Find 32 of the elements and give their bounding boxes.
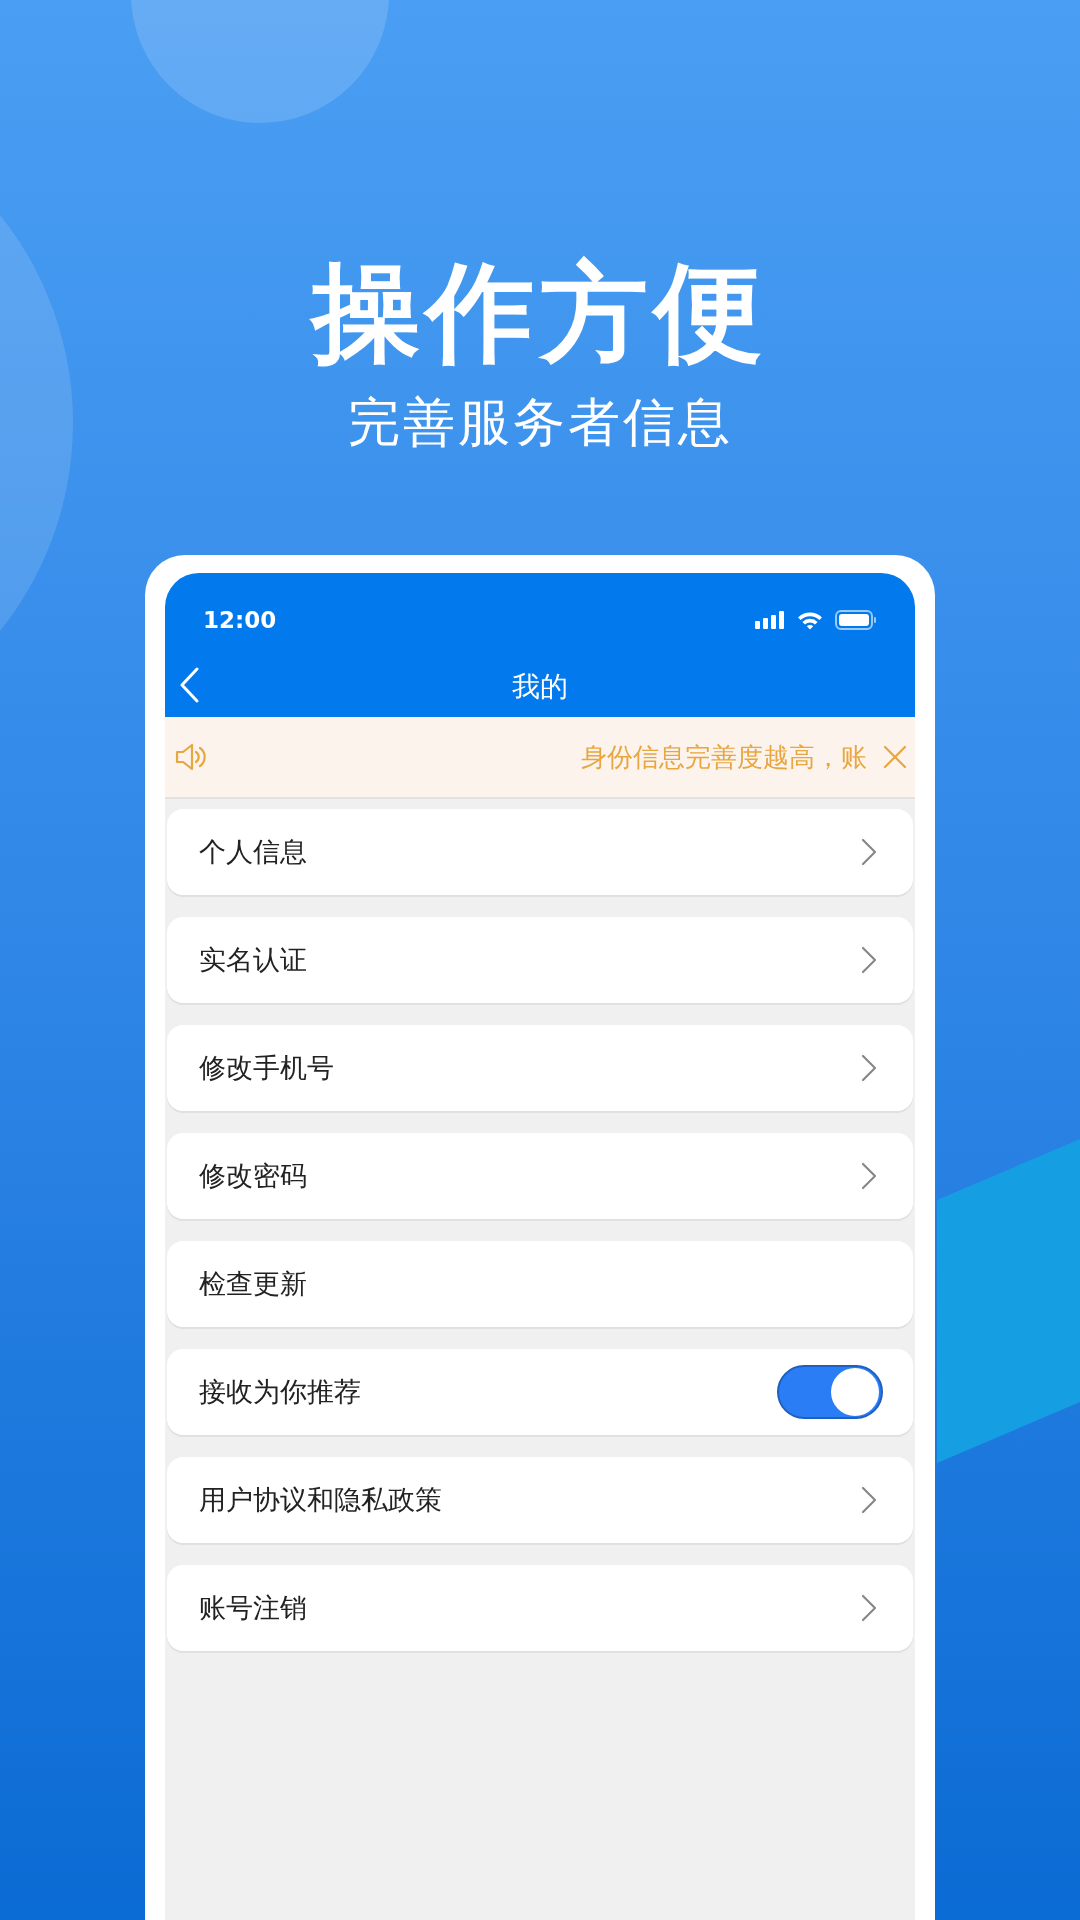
settings-row[interactable]: 用户协议和隐私政策 (167, 1457, 913, 1543)
chevron-icon (861, 1594, 877, 1622)
wifi-icon (797, 610, 823, 630)
row-label: 账号注销 (199, 1591, 307, 1625)
row-label: 个人信息 (199, 835, 307, 869)
settings-row[interactable]: 修改密码 (167, 1133, 913, 1219)
chevron-icon (861, 1054, 877, 1082)
settings-row[interactable]: 账号注销 (167, 1565, 913, 1651)
settings-row[interactable]: 接收为你推荐 (167, 1349, 913, 1435)
chevron-icon (861, 946, 877, 974)
row-label: 用户协议和隐私政策 (199, 1483, 442, 1517)
row-label: 修改密码 (199, 1159, 307, 1193)
battery-icon (835, 610, 877, 630)
chevron-icon (861, 1162, 877, 1190)
settings-row[interactable]: 检查更新 (167, 1241, 913, 1327)
speaker-icon (175, 742, 207, 772)
subheadline: 完善服务者信息 (347, 391, 733, 454)
chevron-icon (861, 838, 877, 866)
toggle-switch[interactable] (777, 1365, 883, 1419)
back-icon[interactable] (179, 667, 199, 703)
settings-row[interactable]: 个人信息 (167, 809, 913, 895)
row-label: 实名认证 (199, 943, 307, 977)
row-label: 检查更新 (199, 1267, 307, 1301)
row-label: 修改手机号 (199, 1051, 334, 1085)
notice-text: 身份信息完善度越高，账 (580, 740, 868, 774)
status-time: 12:00 (203, 607, 277, 633)
signal-icon (755, 611, 785, 629)
row-label: 接收为你推荐 (199, 1375, 361, 1409)
nav-title: 我的 (512, 669, 568, 705)
settings-row[interactable]: 实名认证 (167, 917, 913, 1003)
settings-row[interactable]: 修改手机号 (167, 1025, 913, 1111)
chevron-icon (861, 1486, 877, 1514)
